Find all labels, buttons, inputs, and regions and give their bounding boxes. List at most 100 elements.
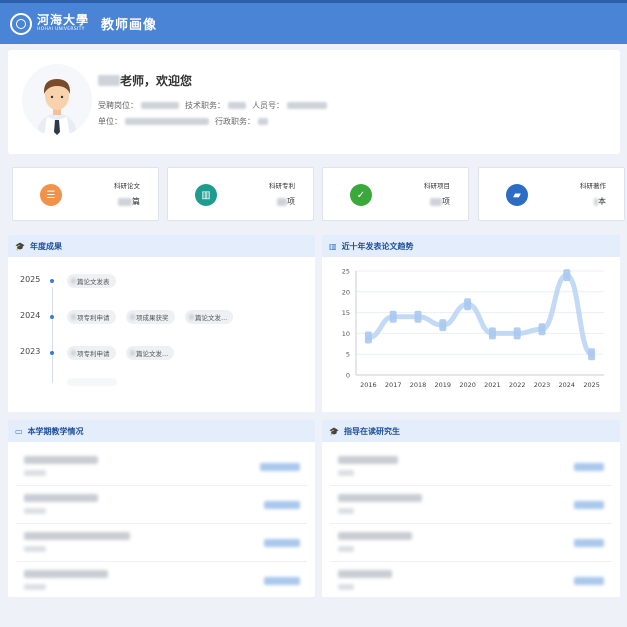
list-item[interactable] xyxy=(16,448,307,486)
list-icon: ☰ xyxy=(40,184,62,206)
row-title-redacted xyxy=(24,456,98,464)
count-redacted xyxy=(71,350,76,356)
timeline-year-2025: 2025 xyxy=(20,275,41,284)
list-item[interactable] xyxy=(330,486,612,524)
timeline-tag[interactable]: 篇论文发表 xyxy=(67,274,116,288)
logo-chinese: 河海大學 xyxy=(37,13,90,28)
x-tick-label: 2018 xyxy=(410,381,427,389)
stat-label-papers: 科研论文 xyxy=(114,182,140,190)
timeline-tag[interactable]: 项专利申请 xyxy=(67,346,116,360)
row-title-redacted xyxy=(24,494,98,502)
x-tick-label: 2024 xyxy=(559,381,576,389)
staff-id-value xyxy=(287,102,327,109)
teaching-panel-title: 本学期教学情况 xyxy=(27,426,84,436)
monitor-icon: ▭ xyxy=(15,426,23,436)
tag-text: 篇论文发... xyxy=(136,350,169,358)
row-sub-redacted xyxy=(338,584,354,590)
stat-card-patents[interactable]: ▥ 科研专利 项 xyxy=(167,167,314,221)
count-redacted xyxy=(71,314,76,320)
profile-info-row-1: 受聘岗位： 技术职务： 人员号： xyxy=(98,100,333,111)
logo-english: HOHAI UNIVERSITY xyxy=(37,27,85,33)
timeline-line xyxy=(51,287,53,383)
timeline-tag[interactable]: 项专利申请 xyxy=(67,310,116,324)
stat-card-books[interactable]: ▰ 科研著作 本 xyxy=(478,167,625,221)
stat-value-papers: 篇 xyxy=(118,196,140,207)
books-count-redacted xyxy=(594,197,598,206)
stat-card-projects[interactable]: ✓ 科研项目 项 xyxy=(322,167,469,221)
tag-text: 项专利申请 xyxy=(77,314,110,322)
list-item[interactable] xyxy=(330,562,612,600)
timeline-tag[interactable]: 篇论文发... xyxy=(126,346,175,360)
timeline-year-2024: 2024 xyxy=(20,311,41,320)
stat-unit-books: 本 xyxy=(598,197,606,206)
greeting-text: 老师，欢迎您 xyxy=(120,74,193,88)
data-point xyxy=(414,310,422,323)
row-sub-redacted xyxy=(338,546,354,552)
list-item[interactable] xyxy=(330,524,612,562)
unit-value xyxy=(125,118,209,125)
count-redacted xyxy=(130,350,135,356)
annual-panel-title: 年度成果 xyxy=(29,241,62,251)
row-value-redacted xyxy=(260,463,300,471)
avatar xyxy=(22,64,92,136)
x-tick-label: 2017 xyxy=(385,381,402,389)
annual-panel-header: 🎓 年度成果 xyxy=(8,235,315,257)
timeline-tag[interactable]: 篇论文发... xyxy=(185,310,234,324)
teaching-panel: ▭ 本学期教学情况 xyxy=(8,420,315,597)
row-sub-redacted xyxy=(24,470,46,476)
data-point xyxy=(439,319,447,332)
folder-icon: ▰ xyxy=(506,184,528,206)
x-tick-label: 2020 xyxy=(459,381,476,389)
row-title-redacted xyxy=(338,532,412,540)
row-value-redacted xyxy=(264,501,300,509)
count-redacted xyxy=(189,314,194,320)
label-tech-title: 技术职务： xyxy=(185,101,225,110)
y-tick-label: 5 xyxy=(346,351,350,359)
data-point xyxy=(538,323,546,336)
data-point xyxy=(563,269,571,282)
stat-label-books: 科研著作 xyxy=(580,182,606,190)
list-item[interactable] xyxy=(16,562,307,600)
admin-title-value xyxy=(258,118,268,125)
greeting: 老师，欢迎您 xyxy=(98,72,192,89)
stat-value-projects: 项 xyxy=(430,196,450,207)
timeline-tag[interactable]: 项成果获奖 xyxy=(126,310,175,324)
stat-value-books: 本 xyxy=(594,196,606,207)
row-sub-redacted xyxy=(338,470,354,476)
data-point xyxy=(364,331,372,344)
stat-value-patents: 项 xyxy=(277,196,295,207)
students-panel-header: 🎓 指导在读研究生 xyxy=(322,420,620,442)
trend-panel-title: 近十年发表论文趋势 xyxy=(341,241,414,251)
tag-text: 项专利申请 xyxy=(77,350,110,358)
timeline-tag-partial[interactable] xyxy=(67,378,117,386)
paper-trend-chart: 05101520252016 2017 2018 2019 2020 2021 2022 20… xyxy=(342,268,604,389)
profile-card: 老师，欢迎您 受聘岗位： 技术职务： 人员号： 单位： 行政职务： xyxy=(8,50,620,154)
y-tick-label: 0 xyxy=(346,372,350,380)
university-logo[interactable]: 河海大學 HOHAI UNIVERSITY xyxy=(37,14,89,33)
timeline-dot xyxy=(50,351,54,355)
x-tick-label: 2022 xyxy=(509,381,526,389)
label-position: 受聘岗位： xyxy=(98,101,138,110)
y-tick-label: 25 xyxy=(342,268,350,276)
bar-chart-icon: ▥ xyxy=(195,184,217,206)
data-point xyxy=(488,327,496,340)
row-title-redacted xyxy=(338,456,398,464)
x-tick-label: 2021 xyxy=(484,381,501,389)
data-point xyxy=(513,327,521,340)
x-tick-label: 2023 xyxy=(534,381,551,389)
graduation-cap-icon: 🎓 xyxy=(329,426,339,436)
count-redacted xyxy=(130,314,135,320)
list-item[interactable] xyxy=(16,524,307,562)
data-point xyxy=(389,310,397,323)
list-item[interactable] xyxy=(330,448,612,486)
row-value-redacted xyxy=(574,463,604,471)
tech-title-value xyxy=(228,102,246,109)
list-item[interactable] xyxy=(16,486,307,524)
stat-unit-projects: 项 xyxy=(442,197,450,206)
profile-info-row-2: 单位： 行政职务： xyxy=(98,116,274,127)
row-title-redacted xyxy=(338,570,392,578)
graduation-cap-icon: 🎓 xyxy=(15,241,25,251)
x-tick-label: 2019 xyxy=(435,381,452,389)
x-tick-label: 2016 xyxy=(360,381,377,389)
stat-card-papers[interactable]: ☰ 科研论文 篇 xyxy=(12,167,159,221)
